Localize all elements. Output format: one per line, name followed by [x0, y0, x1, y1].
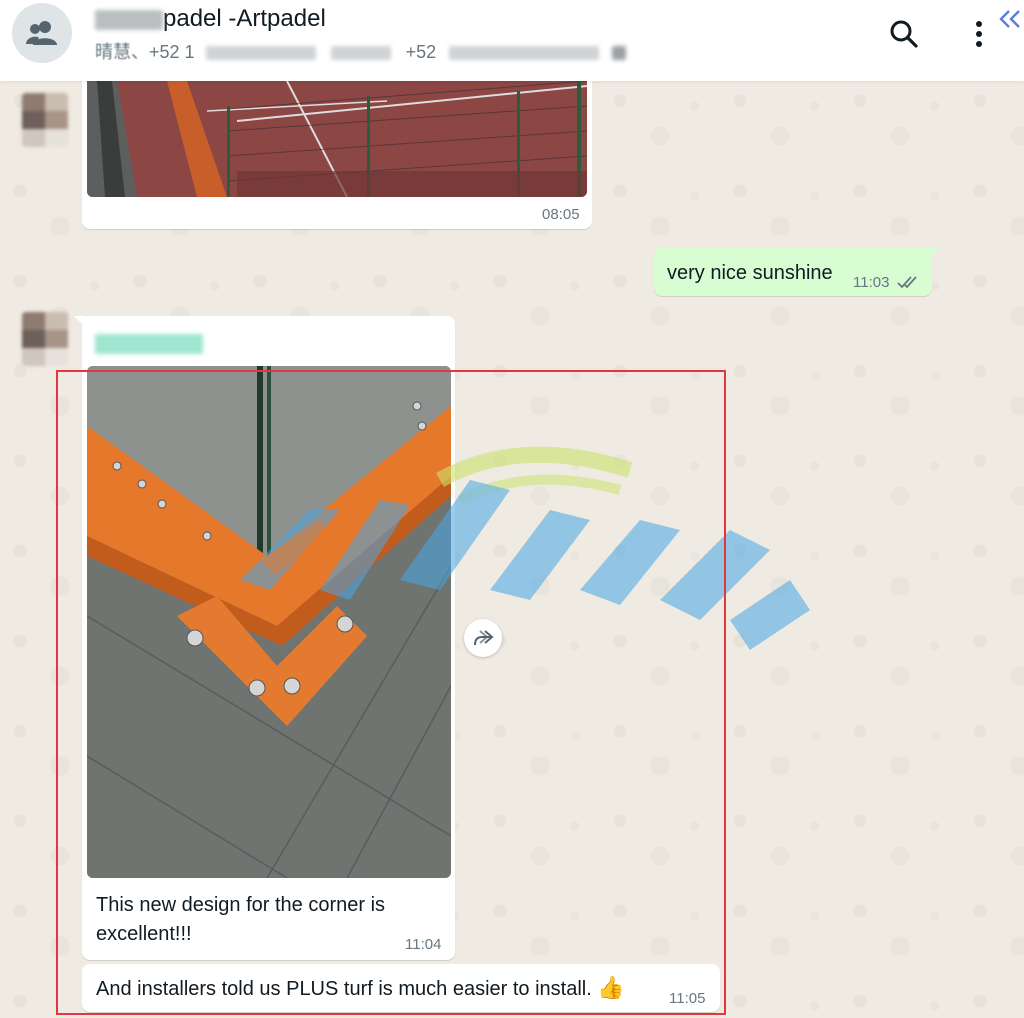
- collapse-icon[interactable]: [998, 8, 1022, 34]
- bubble-tail: [928, 248, 940, 260]
- message-text: And installers told us PLUS turf is much…: [96, 975, 625, 1000]
- group-avatar[interactable]: [12, 3, 72, 63]
- forward-button[interactable]: [464, 619, 502, 657]
- court-photo-drawing: [87, 81, 587, 197]
- menu-button[interactable]: [964, 14, 994, 54]
- sender-avatar[interactable]: [22, 93, 68, 147]
- court-photo[interactable]: [87, 81, 587, 197]
- chat-header: padel -Artpadel 晴慧、+52 1 +52: [0, 0, 1024, 81]
- corner-photo[interactable]: [87, 366, 451, 878]
- double-check-icon: [897, 276, 917, 289]
- message-text: very nice sunshine: [667, 262, 833, 284]
- thumbs-up-emoji: 👍: [597, 975, 625, 1000]
- blurred-phone-1: [205, 46, 316, 61]
- group-avatar-icon: [26, 21, 57, 45]
- menu-icon: [976, 21, 982, 47]
- search-icon: [890, 20, 918, 48]
- chat-participants: 晴慧、+52 1 +52: [95, 38, 627, 64]
- message-time: 11:04: [405, 936, 442, 953]
- message-time: 11:05: [669, 990, 706, 1007]
- message-caption: This new design for the corner is excell…: [96, 894, 386, 945]
- blurred-phone-2: [330, 46, 391, 61]
- message-time: 08:05: [542, 206, 580, 223]
- participant-name: 晴慧、: [95, 42, 149, 62]
- blurred-phone-4: [612, 46, 627, 61]
- bubble-tail: [74, 316, 86, 328]
- participant-phone-1: +52 1: [149, 42, 195, 62]
- sender-avatar[interactable]: [22, 312, 68, 366]
- chat-title[interactable]: padel -Artpadel: [95, 5, 326, 33]
- message-time: 11:03: [853, 274, 890, 291]
- participant-phone-2: +52: [405, 42, 437, 62]
- blurred-phone-3: [449, 46, 600, 61]
- corner-photo-drawing: [87, 366, 451, 878]
- search-button[interactable]: [884, 14, 924, 54]
- blurred-sender-name: [95, 334, 203, 354]
- forward-icon: [474, 630, 494, 646]
- blurred-name: [95, 9, 163, 30]
